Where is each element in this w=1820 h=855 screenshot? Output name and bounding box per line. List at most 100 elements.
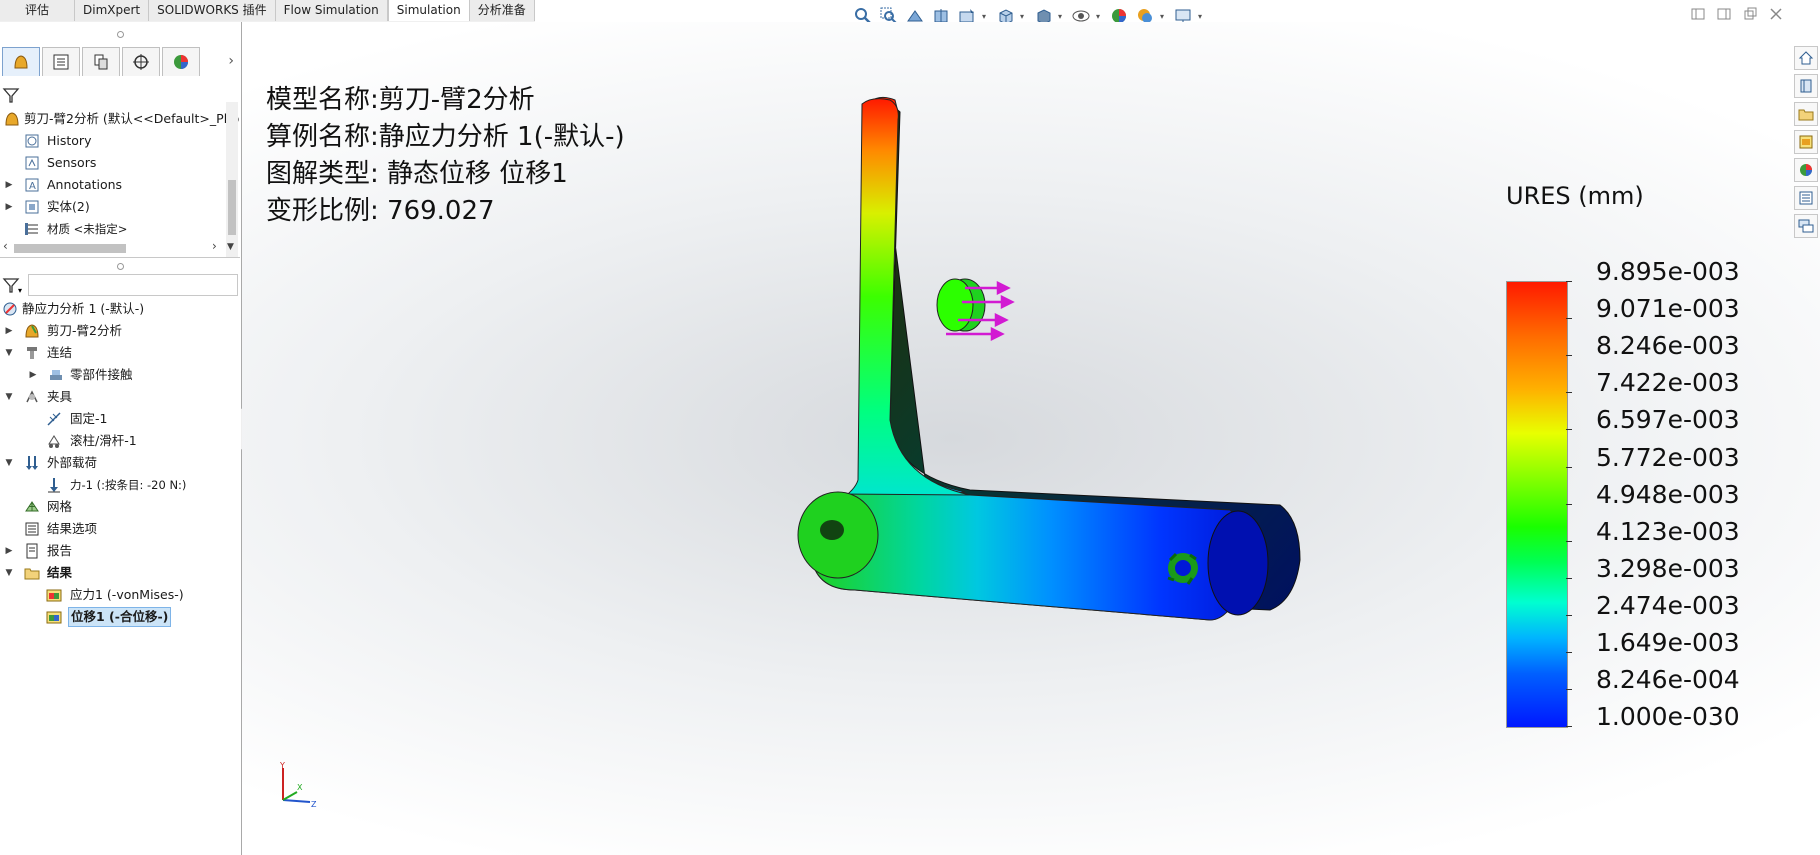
plot-type-text: 图解类型: 静态位移 位移1 bbox=[266, 159, 568, 189]
legend-tick bbox=[1566, 318, 1572, 320]
study-item-results[interactable]: ▼ 结果 bbox=[0, 562, 240, 584]
appearances-icon[interactable] bbox=[1794, 158, 1818, 182]
close-icon[interactable] bbox=[1768, 6, 1784, 22]
feature-tree-horizontal-scrollbar[interactable]: ‹ › bbox=[0, 239, 226, 254]
caret-down-icon[interactable]: ▾ bbox=[1020, 12, 1028, 21]
tile-left-icon[interactable] bbox=[1690, 6, 1706, 22]
expand-arrow-icon[interactable]: ▶ bbox=[4, 174, 14, 196]
sensor-icon bbox=[25, 156, 39, 170]
legend-tick bbox=[1566, 652, 1572, 653]
study-item-external-loads[interactable]: ▼ 外部载荷 bbox=[0, 452, 240, 474]
study-item-component-contact[interactable]: ▶ 零部件接触 bbox=[0, 364, 240, 386]
caret-down-icon[interactable]: ▾ bbox=[1160, 12, 1168, 21]
study-item-part[interactable]: ▶ 剪刀-臂2分析 bbox=[0, 320, 240, 342]
forum-icon[interactable] bbox=[1794, 214, 1818, 238]
legend-value: 8.246e-004 bbox=[1596, 665, 1740, 695]
legend-value: 3.298e-003 bbox=[1596, 553, 1740, 583]
study-item-displacement-1[interactable]: 位移1 (-合位移-) bbox=[0, 606, 240, 628]
tree-item-annotations[interactable]: ▶ A Annotations bbox=[0, 174, 240, 196]
study-item-force-1[interactable]: 力-1 (:按条目: -20 N:) bbox=[0, 474, 240, 496]
collapse-arrow-icon[interactable]: ▼ bbox=[4, 342, 14, 364]
view-palette-icon[interactable] bbox=[1794, 130, 1818, 154]
tree-item-label: 实体(2) bbox=[47, 199, 90, 214]
expand-arrow-icon[interactable]: ▶ bbox=[4, 540, 14, 562]
expand-arrow-icon[interactable]: ▶ bbox=[4, 320, 14, 342]
design-library-icon[interactable] bbox=[1794, 74, 1818, 98]
fixed-geometry-icon bbox=[47, 412, 61, 426]
study-tree-filter-input[interactable] bbox=[28, 274, 238, 296]
legend-value: 1.649e-003 bbox=[1596, 628, 1740, 657]
restore-icon[interactable] bbox=[1742, 6, 1758, 22]
tab-simulation[interactable]: Simulation bbox=[387, 0, 470, 21]
panel-grip-top[interactable] bbox=[0, 30, 240, 38]
tab-dimxpert[interactable]: DimXpert bbox=[75, 0, 150, 21]
display-manager-tab[interactable] bbox=[162, 46, 200, 76]
study-item-fixtures[interactable]: ▼ 夹具 bbox=[0, 386, 240, 408]
part-icon bbox=[25, 324, 39, 338]
tree-item-solid-bodies[interactable]: ▶ 实体(2) bbox=[0, 196, 240, 218]
solid-body-icon bbox=[25, 200, 39, 214]
feature-manager-tab[interactable] bbox=[2, 46, 40, 76]
tile-right-icon[interactable] bbox=[1716, 6, 1732, 22]
expand-arrow-icon[interactable]: ▶ bbox=[28, 364, 38, 386]
chevron-right-icon[interactable]: › bbox=[228, 53, 234, 69]
tree-item-label: 外部载荷 bbox=[47, 455, 98, 470]
simulation-study-tree: 静应力分析 1 (-默认-) ▶ 剪刀-臂2分析 ▼ 连结 ▶ 零部件接触 ▼ … bbox=[0, 298, 240, 628]
configuration-manager-tab[interactable] bbox=[82, 46, 120, 76]
expand-arrow-icon[interactable]: ▶ bbox=[4, 196, 14, 218]
property-manager-tab[interactable] bbox=[42, 46, 80, 76]
collapse-arrow-icon[interactable]: ▼ bbox=[4, 386, 14, 408]
force-arrow-icon bbox=[48, 478, 60, 493]
chevron-left-icon[interactable]: ‹ bbox=[3, 239, 8, 253]
result-options-icon bbox=[25, 522, 39, 536]
tab-solidworks-addins[interactable]: SOLIDWORKS 插件 bbox=[149, 0, 276, 21]
panel-grip-middle[interactable] bbox=[0, 262, 240, 270]
tab-evaluate[interactable]: 评估 bbox=[0, 0, 76, 21]
feature-tree-root[interactable]: 剪刀-臂2分析 (默认<<Default>_Pho ▲ bbox=[0, 108, 240, 130]
tree-item-label: Sensors bbox=[47, 155, 97, 170]
caret-down-icon[interactable]: ▾ bbox=[1096, 12, 1104, 21]
legend-value: 1.000e-030 bbox=[1596, 702, 1740, 732]
tree-item-history[interactable]: History bbox=[0, 130, 240, 152]
study-item-report[interactable]: ▶ 报告 bbox=[0, 540, 240, 562]
file-explorer-icon[interactable] bbox=[1794, 102, 1818, 126]
caret-down-icon[interactable]: ▾ bbox=[1198, 12, 1206, 21]
tree-item-material[interactable]: 材质 <未指定> bbox=[0, 218, 240, 240]
chevron-down-icon[interactable]: ▼ bbox=[227, 242, 234, 252]
tree-item-label: 固定-1 bbox=[70, 411, 108, 426]
tree-item-label: 材质 <未指定> bbox=[47, 222, 128, 236]
study-item-stress-1[interactable]: 应力1 (-vonMises-) bbox=[0, 584, 240, 606]
history-icon bbox=[25, 134, 39, 148]
tab-flow-simulation[interactable]: Flow Simulation bbox=[275, 0, 388, 21]
legend-value: 4.948e-003 bbox=[1596, 479, 1740, 509]
study-item-result-options[interactable]: 结果选项 bbox=[0, 518, 240, 540]
legend-value: 6.597e-003 bbox=[1596, 405, 1740, 435]
feature-tree-vertical-scrollbar[interactable]: ▼ bbox=[226, 102, 238, 257]
home-icon[interactable] bbox=[1794, 46, 1818, 70]
legend-title: URES (mm) bbox=[1506, 182, 1644, 210]
chevron-right-icon[interactable]: › bbox=[212, 239, 217, 253]
filter-icon[interactable]: ▾ bbox=[2, 276, 24, 294]
displacement-plot-model[interactable] bbox=[740, 90, 1310, 720]
feature-tree: 剪刀-臂2分析 (默认<<Default>_Pho ▲ History Sens… bbox=[0, 108, 240, 240]
study-item-roller-slider-1[interactable]: 滚柱/滑杆-1 bbox=[0, 430, 240, 452]
collapse-arrow-icon[interactable]: ▼ bbox=[4, 562, 14, 584]
study-item-mesh[interactable]: 网格 bbox=[0, 496, 240, 518]
study-tree-root[interactable]: 静应力分析 1 (-默认-) bbox=[0, 298, 240, 320]
color-legend-bar[interactable] bbox=[1506, 281, 1568, 728]
report-icon bbox=[26, 543, 38, 559]
custom-properties-icon[interactable] bbox=[1794, 186, 1818, 210]
caret-down-icon[interactable]: ▾ bbox=[1058, 12, 1066, 21]
stress-plot-icon bbox=[46, 589, 62, 602]
tree-item-sensors[interactable]: Sensors bbox=[0, 152, 240, 174]
tab-analysis-prep[interactable]: 分析准备 bbox=[469, 0, 535, 21]
collapse-arrow-icon[interactable]: ▼ bbox=[4, 452, 14, 474]
dimxpert-manager-tab[interactable] bbox=[122, 46, 160, 76]
filter-icon[interactable] bbox=[2, 86, 20, 104]
study-item-connections[interactable]: ▼ 连结 bbox=[0, 342, 240, 364]
roller-slider-icon bbox=[48, 435, 60, 448]
caret-down-icon[interactable]: ▾ bbox=[982, 12, 990, 21]
manager-tabs: › bbox=[0, 46, 240, 76]
model-name-text: 模型名称:剪刀-臂2分析 bbox=[266, 85, 535, 115]
study-item-fixed-1[interactable]: 固定-1 bbox=[0, 408, 240, 430]
